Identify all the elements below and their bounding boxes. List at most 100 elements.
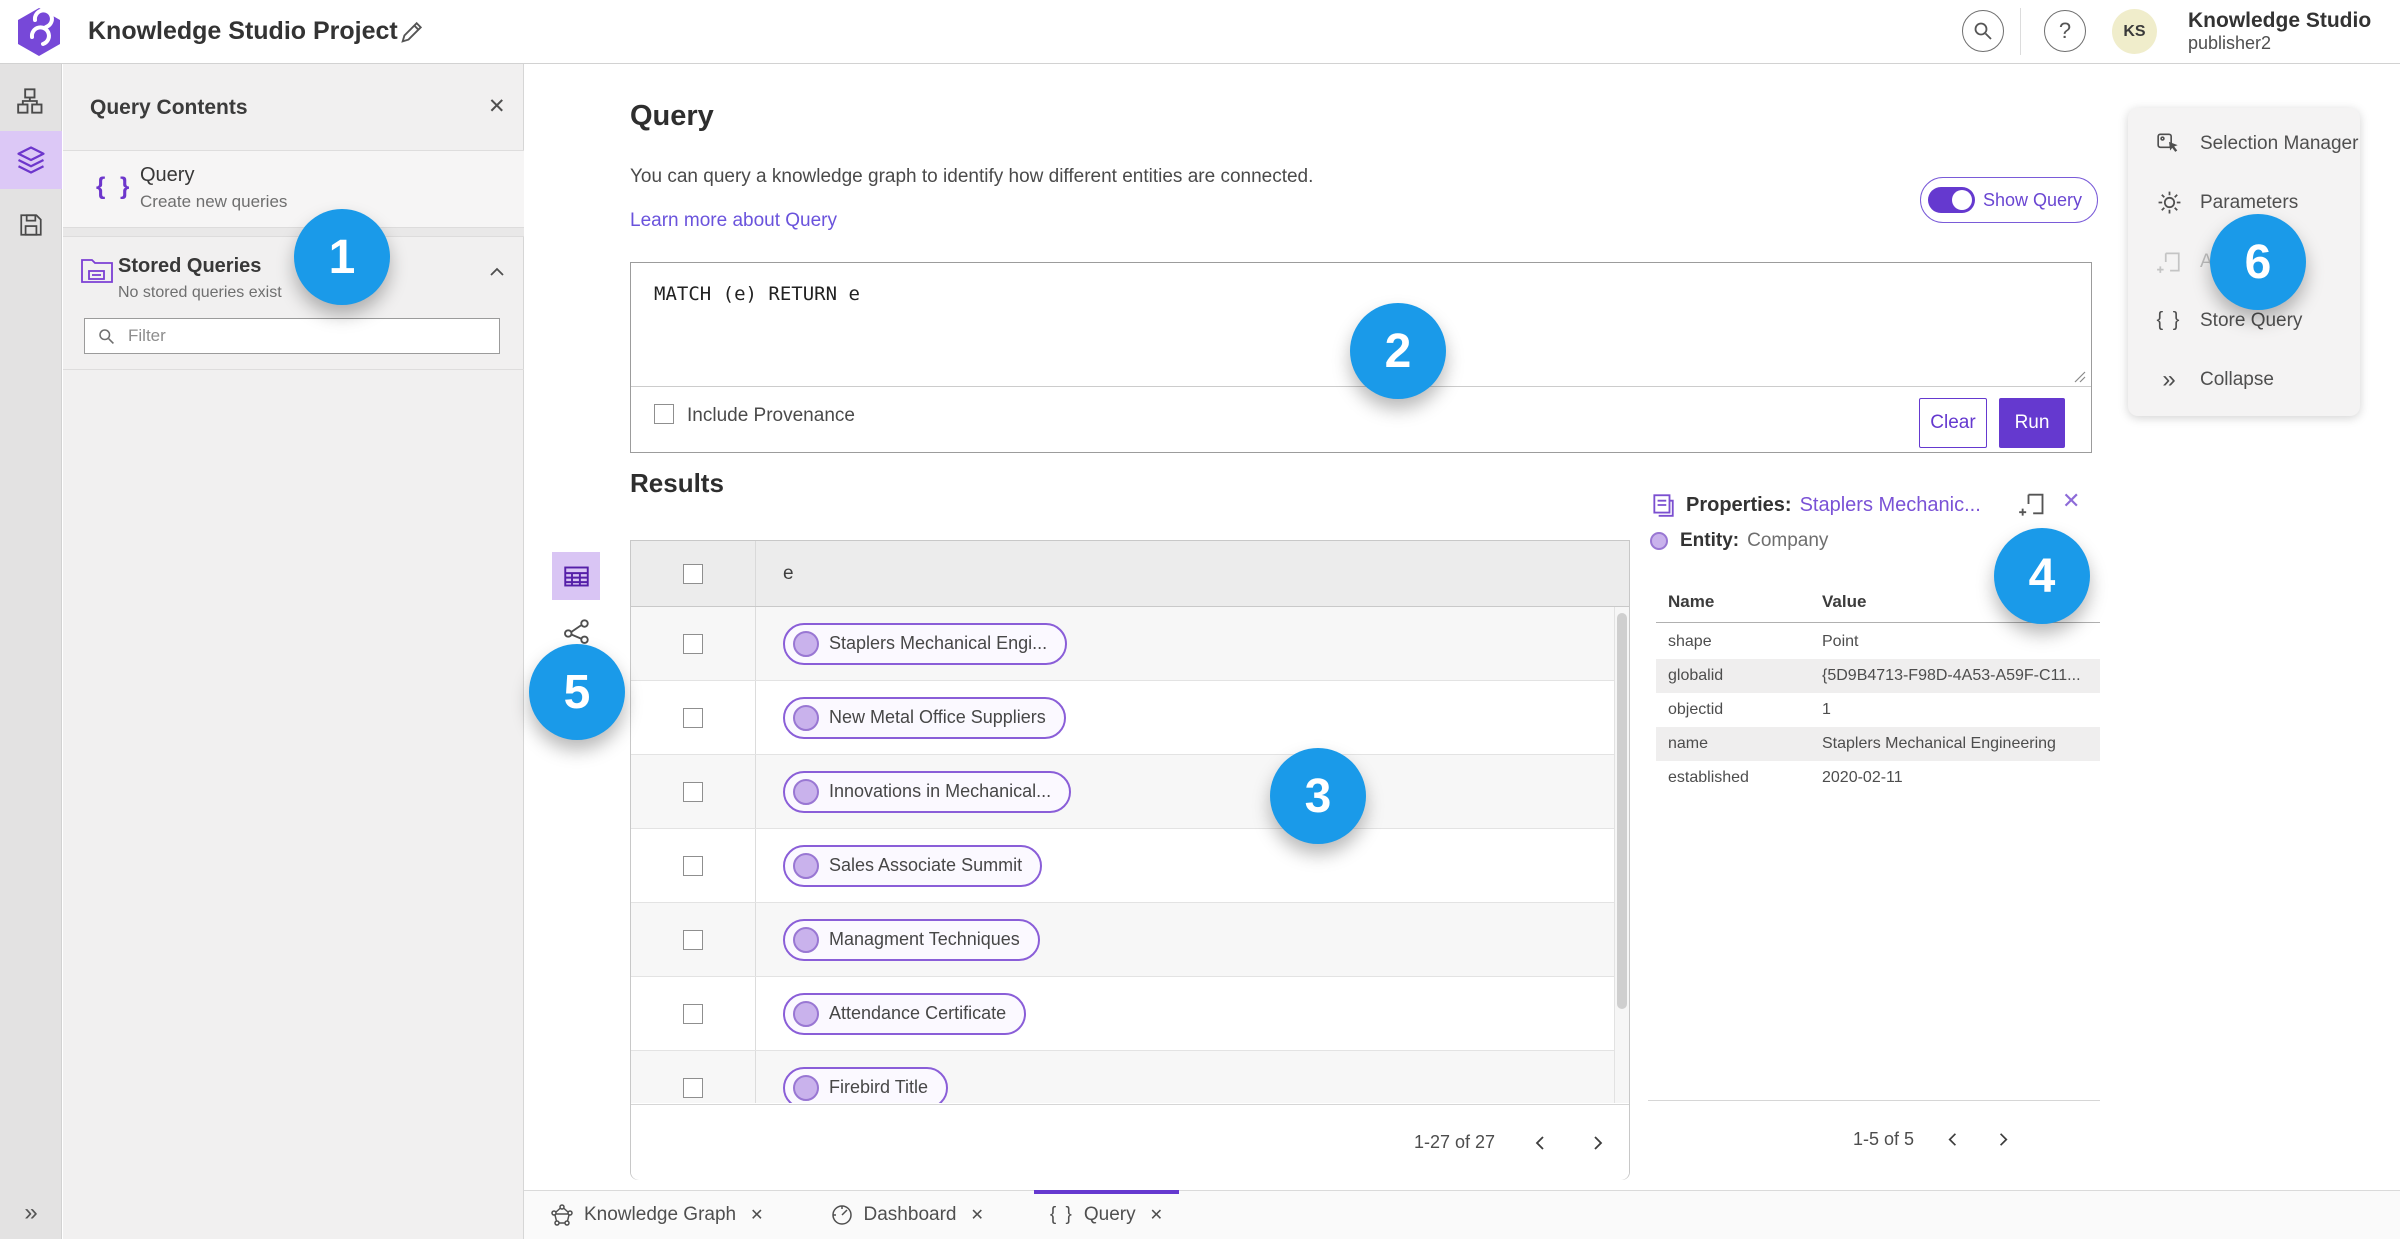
- entity-pill[interactable]: Managment Techniques: [783, 918, 1040, 961]
- panel-section-divider: [63, 227, 524, 237]
- clear-button[interactable]: Clear: [1919, 398, 1987, 448]
- properties-entity-link[interactable]: Staplers Mechanic...: [1800, 494, 1981, 517]
- save-icon[interactable]: [0, 196, 62, 254]
- property-row: objectid 1: [1656, 693, 2100, 727]
- stored-queries-filter[interactable]: [84, 318, 500, 354]
- menu-item-collapse[interactable]: » Collapse: [2128, 350, 2360, 409]
- app-logo-icon[interactable]: [16, 7, 62, 57]
- resize-handle-icon[interactable]: [2072, 369, 2086, 383]
- property-name: established: [1668, 769, 1749, 786]
- help-button[interactable]: ?: [2044, 10, 2086, 52]
- row-entity-cell: New Metal Office Suppliers: [756, 681, 1614, 754]
- toggle-switch-icon[interactable]: [1928, 187, 1975, 213]
- include-provenance-label: Include Provenance: [687, 405, 855, 426]
- menu-label: Selection Manager: [2200, 132, 2359, 154]
- property-row: established 2020-02-11: [1656, 761, 2100, 795]
- entity-pill[interactable]: New Metal Office Suppliers: [783, 696, 1066, 739]
- learn-more-link[interactable]: Learn more about Query: [630, 210, 837, 232]
- menu-item-selection-manager[interactable]: Selection Manager: [2128, 114, 2360, 173]
- entity-pill[interactable]: Staplers Mechanical Engi...: [783, 622, 1068, 665]
- table-row: Attendance Certificate: [631, 977, 1614, 1051]
- panel-divider-2: [63, 369, 524, 370]
- row-checkbox-cell: [631, 1051, 756, 1103]
- properties-label: Properties:: [1686, 493, 1792, 516]
- query-braces-icon: { }: [96, 173, 134, 200]
- entity-type-icon: [1650, 532, 1668, 550]
- row-checkbox[interactable]: [683, 1003, 703, 1024]
- tab-close-icon[interactable]: ✕: [1150, 1205, 1163, 1225]
- panel-item-query[interactable]: { } Query Create new queries: [63, 151, 524, 227]
- tab-label: Dashboard: [863, 1204, 957, 1225]
- row-checkbox-cell: [631, 977, 756, 1050]
- query-box-divider: [631, 386, 2091, 387]
- property-name: objectid: [1668, 701, 1724, 718]
- edit-title-icon[interactable]: [398, 18, 426, 46]
- table-row: Staplers Mechanical Engi...: [631, 607, 1614, 681]
- row-checkbox[interactable]: [683, 707, 703, 728]
- dashboard-gauge-icon: [831, 1205, 852, 1225]
- expand-rail-icon[interactable]: »: [0, 1193, 62, 1233]
- properties-table-body: shape Point globalid {5D9B4713-F98D-4A53-A5…: [1656, 625, 2100, 795]
- link-chart-view-icon[interactable]: [562, 616, 592, 646]
- annotation-circle-1: 1: [294, 209, 390, 305]
- tab-query[interactable]: { } Query ✕: [1033, 1190, 1180, 1239]
- entity-pill[interactable]: Sales Associate Summit: [783, 844, 1043, 887]
- show-query-toggle[interactable]: Show Query: [1920, 177, 2098, 223]
- properties-prev-page-icon[interactable]: [1944, 1130, 1963, 1149]
- data-model-icon[interactable]: [0, 72, 62, 130]
- entity-icon: [793, 778, 819, 805]
- entity-label: Entity:: [1680, 530, 1740, 551]
- filter-input[interactable]: [126, 325, 470, 347]
- entity-pill[interactable]: Attendance Certificate: [783, 992, 1027, 1035]
- chevron-up-icon[interactable]: [487, 262, 507, 282]
- user-info[interactable]: Knowledge Studio publisher2: [2188, 9, 2371, 54]
- select-all-checkbox[interactable]: [683, 563, 703, 584]
- tab-close-icon[interactable]: ✕: [750, 1205, 763, 1225]
- property-value: {5D9B4713-F98D-4A53-A59F-C11...: [1822, 667, 2081, 684]
- results-next-page-icon[interactable]: [1587, 1133, 1607, 1153]
- contents-layers-icon[interactable]: [0, 131, 62, 189]
- row-checkbox[interactable]: [683, 855, 703, 876]
- run-button[interactable]: Run: [1999, 398, 2065, 448]
- entity-pill[interactable]: Firebird Title: [783, 1066, 949, 1103]
- tab-close-icon[interactable]: ✕: [970, 1205, 983, 1225]
- row-entity-cell: Attendance Certificate: [756, 977, 1614, 1050]
- knowledge-graph-icon: [551, 1204, 573, 1226]
- show-query-label: Show Query: [1983, 189, 2083, 210]
- user-avatar[interactable]: KS: [2112, 9, 2157, 54]
- row-checkbox[interactable]: [683, 929, 703, 950]
- properties-close-icon[interactable]: ✕: [2062, 488, 2080, 514]
- annotation-circle-4: 4: [1994, 528, 2090, 624]
- table-view-button[interactable]: [552, 552, 600, 600]
- row-checkbox[interactable]: [683, 781, 703, 802]
- entity-pill[interactable]: Innovations in Mechanical...: [783, 770, 1072, 813]
- row-checkbox[interactable]: [683, 1077, 703, 1098]
- results-table: e Staplers Mechanical Engi... New Metal O…: [630, 540, 1630, 1180]
- results-prev-page-icon[interactable]: [1531, 1133, 1551, 1153]
- top-bar: Knowledge Studio Project ? KS Knowledge …: [0, 0, 2400, 64]
- entity-value: Company: [1747, 530, 1829, 551]
- account-username: publisher2: [2188, 33, 2272, 54]
- account-name: Knowledge Studio: [2188, 9, 2372, 32]
- panel-close-icon[interactable]: ✕: [488, 94, 506, 119]
- tab-label: Query: [1083, 1204, 1136, 1225]
- entity-icon: [793, 1000, 819, 1027]
- tab-dashboard[interactable]: Dashboard ✕: [820, 1191, 994, 1239]
- search-button[interactable]: [1962, 10, 2004, 52]
- query-item-title: Query: [140, 164, 195, 186]
- include-provenance-checkbox[interactable]: [654, 404, 674, 424]
- row-entity-cell: Managment Techniques: [756, 903, 1614, 976]
- bottom-tab-bar: Knowledge Graph ✕ Dashboard ✕ { } Query …: [524, 1190, 2400, 1239]
- query-editor[interactable]: MATCH (e) RETURN e: [654, 283, 860, 305]
- annotation-circle-5: 5: [529, 644, 625, 740]
- scrollbar-thumb[interactable]: [1617, 613, 1627, 1009]
- entity-pill-label: Firebird Title: [829, 1077, 929, 1097]
- add-to-selection-icon[interactable]: [2018, 490, 2046, 518]
- results-scrollbar[interactable]: [1614, 607, 1629, 1103]
- row-checkbox-cell: [631, 903, 756, 976]
- tab-knowledge-graph[interactable]: Knowledge Graph ✕: [540, 1191, 774, 1239]
- entity-pill-label: Innovations in Mechanical...: [829, 781, 1052, 801]
- properties-next-page-icon[interactable]: [1993, 1130, 2012, 1149]
- column-e-header: e: [783, 562, 794, 584]
- row-checkbox[interactable]: [683, 633, 703, 654]
